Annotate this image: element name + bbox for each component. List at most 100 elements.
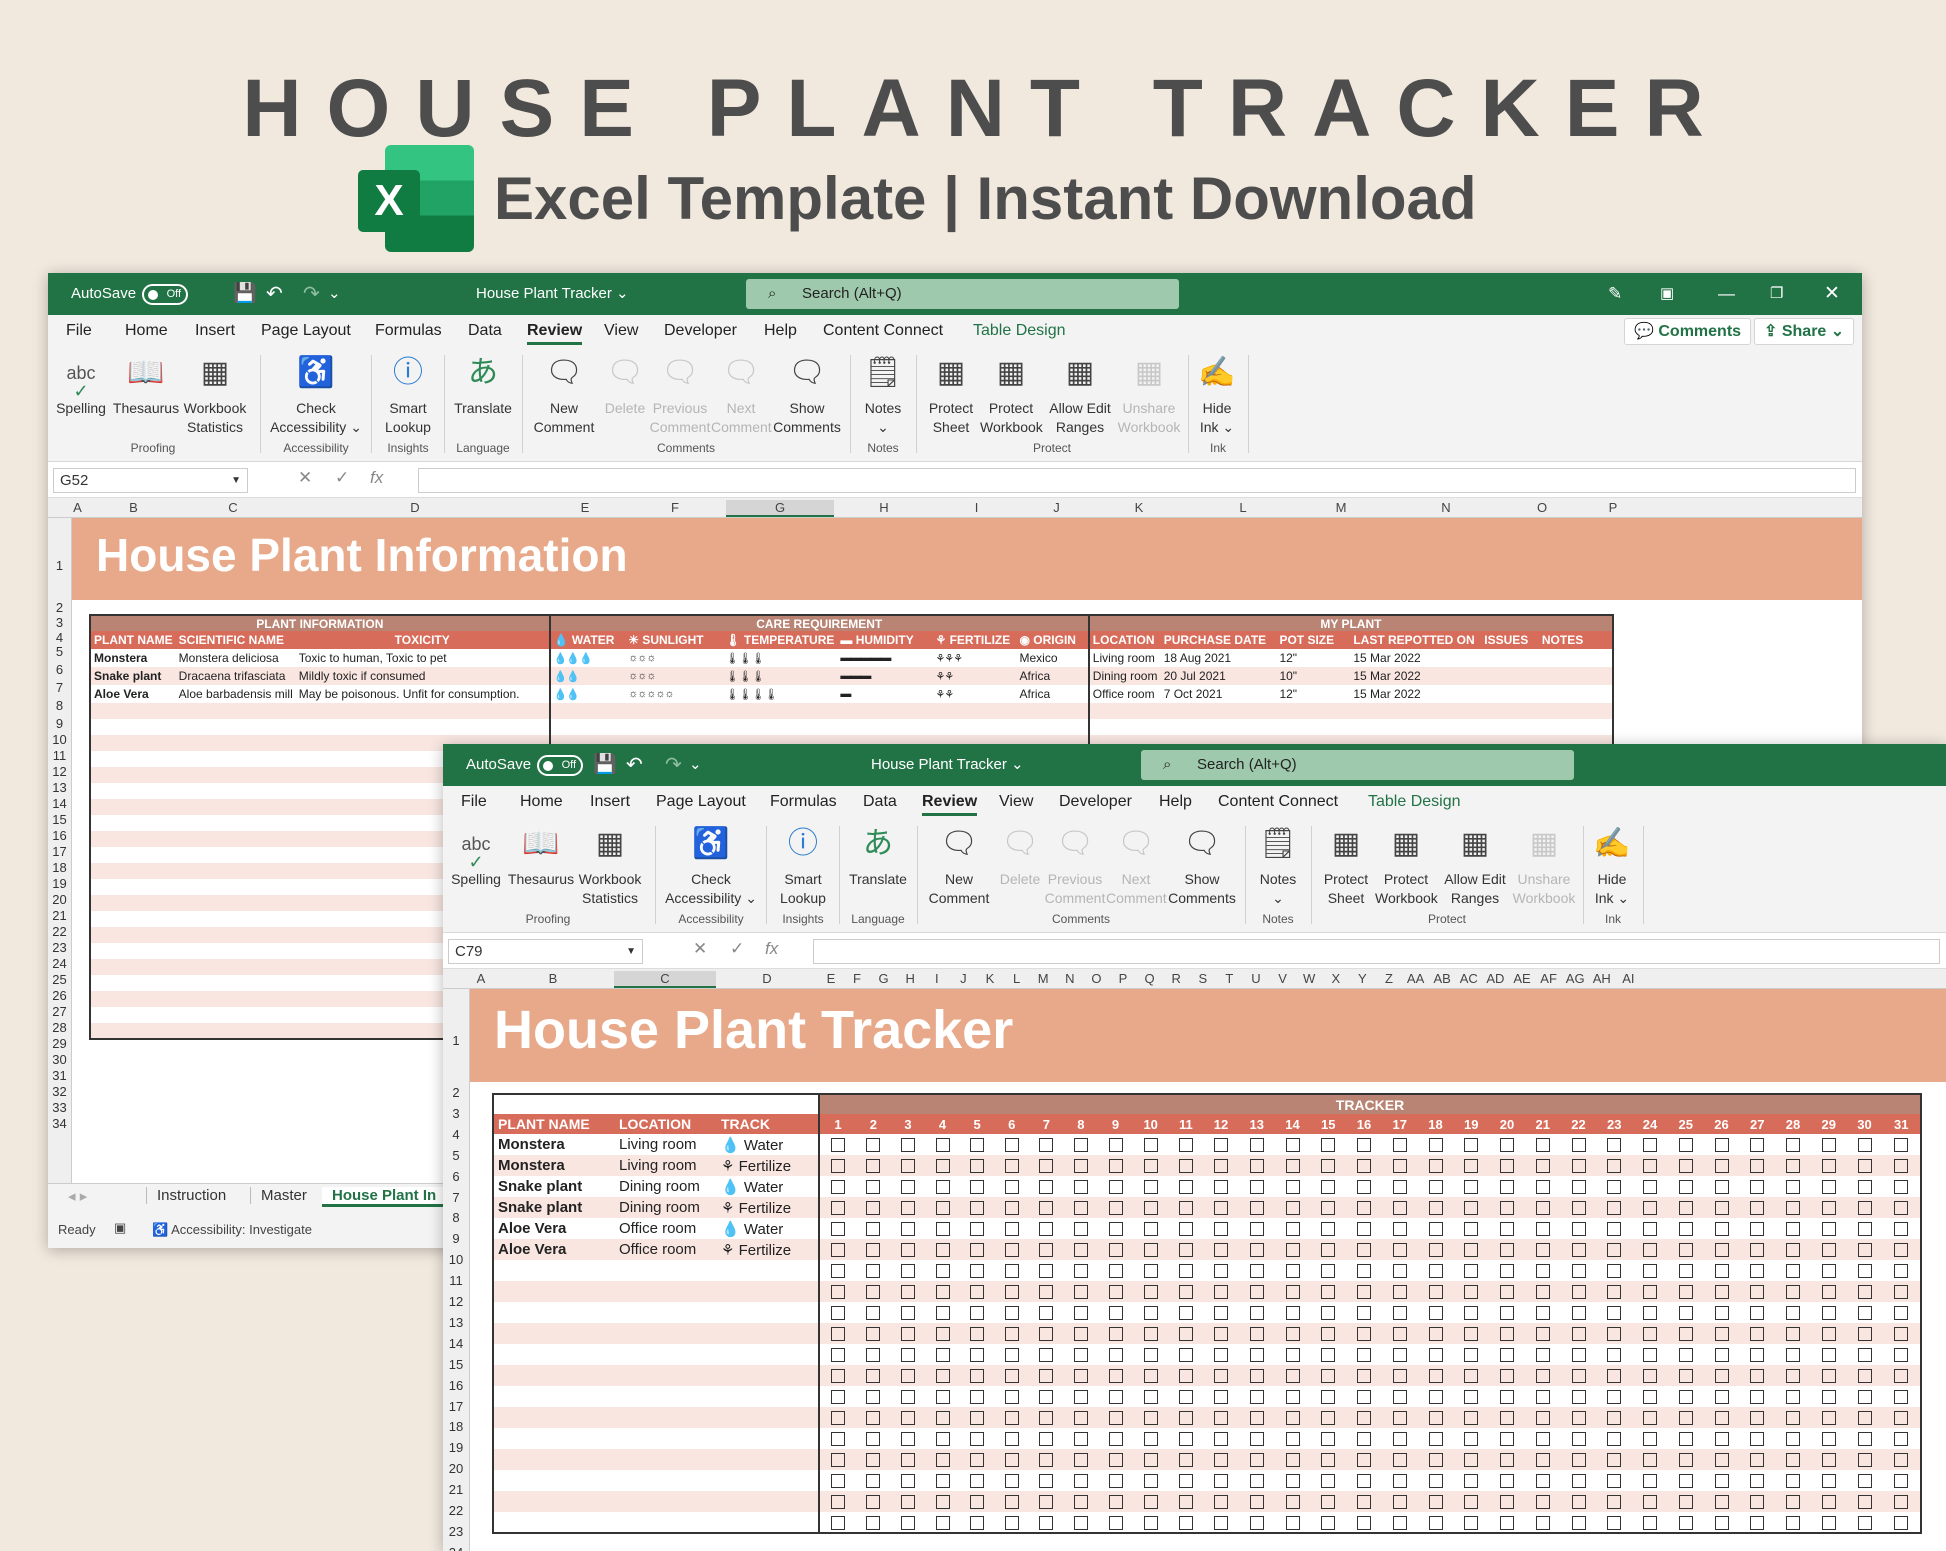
tracker-checkbox[interactable] <box>1535 1495 1550 1510</box>
table-cell[interactable]: Dining room <box>615 1176 717 1197</box>
tracker-checkbox[interactable] <box>1857 1495 1872 1510</box>
row-header[interactable]: 27 <box>48 1004 71 1019</box>
tracker-checkbox[interactable] <box>1004 1285 1019 1300</box>
table-cell[interactable] <box>175 847 296 863</box>
day-header[interactable]: 17 <box>1381 1114 1418 1134</box>
protect-sheet-button[interactable]: ▦ Protect Sheet <box>1317 824 1375 908</box>
table-cell[interactable] <box>717 1407 819 1428</box>
table-cell[interactable]: Dining room <box>1087 667 1161 685</box>
row-header[interactable]: 24 <box>48 956 71 971</box>
tracker-checkbox[interactable] <box>1357 1515 1372 1530</box>
column-header[interactable]: ⚘ FERTILIZE <box>932 631 1017 649</box>
tracker-checkbox[interactable] <box>1143 1390 1158 1405</box>
tracker-checkbox[interactable] <box>1643 1369 1658 1384</box>
tracker-checkbox[interactable] <box>1464 1453 1479 1468</box>
table-cell[interactable] <box>615 1281 717 1302</box>
table-cell[interactable]: ▬▬▬▬▬ <box>837 649 933 667</box>
tracker-checkbox[interactable] <box>1500 1201 1515 1216</box>
tracker-checkbox[interactable] <box>1039 1515 1054 1530</box>
tracker-checkbox[interactable] <box>1249 1159 1264 1174</box>
formula-input[interactable] <box>813 939 1940 964</box>
tracker-checkbox[interactable] <box>1714 1474 1729 1489</box>
table-cell[interactable] <box>615 1365 717 1386</box>
table-cell[interactable] <box>493 1512 615 1533</box>
tracker-checkbox[interactable] <box>1500 1222 1515 1237</box>
tracker-checkbox[interactable] <box>1004 1222 1019 1237</box>
column-header[interactable]: L <box>1004 971 1030 986</box>
tracker-checkbox[interactable] <box>1821 1411 1836 1426</box>
tracker-checkbox[interactable] <box>1143 1243 1158 1258</box>
tracker-checkbox[interactable] <box>1357 1453 1372 1468</box>
tracker-checkbox[interactable] <box>1750 1348 1765 1363</box>
row-header[interactable]: 34 <box>48 1116 71 1131</box>
column-header[interactable]: K <box>977 971 1003 986</box>
tracker-checkbox[interactable] <box>1678 1159 1693 1174</box>
tracker-checkbox[interactable] <box>900 1515 915 1530</box>
tracker-checkbox[interactable] <box>1714 1369 1729 1384</box>
tracker-checkbox[interactable] <box>1178 1515 1193 1530</box>
table-cell[interactable] <box>1160 719 1277 735</box>
tracker-checkbox[interactable] <box>1714 1159 1729 1174</box>
tracker-checkbox[interactable] <box>1392 1348 1407 1363</box>
tracker-checkbox[interactable] <box>1607 1243 1622 1258</box>
tracker-checkbox[interactable] <box>1357 1369 1372 1384</box>
tracker-checkbox[interactable] <box>1073 1453 1088 1468</box>
tracker-checkbox[interactable] <box>1857 1222 1872 1237</box>
tracker-checkbox[interactable] <box>1143 1159 1158 1174</box>
column-header[interactable]: NOTES <box>1538 631 1613 649</box>
unshare-workbook-button[interactable]: ▦ Unshare Workbook <box>1116 353 1182 437</box>
tracker-checkbox[interactable] <box>1857 1306 1872 1321</box>
row-header[interactable]: 32 <box>48 1084 71 1099</box>
tab-house-plant-information[interactable]: House Plant In <box>322 1187 447 1207</box>
column-header[interactable]: I <box>924 971 950 986</box>
tracker-checkbox[interactable] <box>831 1495 846 1510</box>
tracker-checkbox[interactable] <box>1714 1495 1729 1510</box>
menu-data[interactable]: Data <box>468 322 502 340</box>
tracker-checkbox[interactable] <box>1039 1390 1054 1405</box>
tracker-checkbox[interactable] <box>1464 1369 1479 1384</box>
worksheet-grid[interactable]: 123456789101112131415161718192021222324 … <box>443 989 1946 1551</box>
tracker-checkbox[interactable] <box>831 1306 846 1321</box>
tracker-checkbox[interactable] <box>935 1201 950 1216</box>
tracker-checkbox[interactable] <box>1214 1138 1229 1153</box>
tracker-checkbox[interactable] <box>1821 1432 1836 1447</box>
day-header[interactable]: 24 <box>1632 1114 1668 1134</box>
tracker-checkbox[interactable] <box>1214 1453 1229 1468</box>
tracker-checkbox[interactable] <box>1428 1159 1443 1174</box>
tracker-checkbox[interactable] <box>1039 1411 1054 1426</box>
tracker-checkbox[interactable] <box>1750 1390 1765 1405</box>
table-row[interactable]: Aloe Vera Office room ⚘ Fertilize <box>493 1239 1921 1260</box>
tracker-checkbox[interactable] <box>1108 1285 1123 1300</box>
tracker-checkbox[interactable] <box>900 1264 915 1279</box>
table-cell[interactable] <box>175 815 296 831</box>
tracker-checkbox[interactable] <box>1607 1138 1622 1153</box>
menu-developer[interactable]: Developer <box>1059 793 1132 811</box>
table-cell[interactable]: 12" <box>1276 649 1351 667</box>
tracker-checkbox[interactable] <box>1178 1474 1193 1489</box>
tracker-checkbox[interactable] <box>1894 1432 1909 1447</box>
tracker-checkbox[interactable] <box>1714 1285 1729 1300</box>
tracker-checkbox[interactable] <box>970 1411 985 1426</box>
tracker-checkbox[interactable] <box>935 1306 950 1321</box>
menu-view[interactable]: View <box>604 322 638 340</box>
table-row[interactable] <box>493 1428 1921 1449</box>
tracker-checkbox[interactable] <box>1321 1306 1336 1321</box>
tracker-checkbox[interactable] <box>1178 1327 1193 1342</box>
tracker-checkbox[interactable] <box>1678 1138 1693 1153</box>
spelling-button[interactable]: abc ✓ Spelling <box>451 824 501 889</box>
new-comment-button[interactable]: 🗨 New Comment <box>528 353 600 437</box>
table-row[interactable]: Monstera Living room ⚘ Fertilize <box>493 1155 1921 1176</box>
tracker-checkbox[interactable] <box>1894 1201 1909 1216</box>
tracker-checkbox[interactable] <box>1821 1495 1836 1510</box>
tracker-table[interactable]: TRACKER PLANT NAME LOCATION TRACK 1 2 3 4 5 6 7 8 9… <box>492 1093 1922 1534</box>
tracker-checkbox[interactable] <box>1857 1264 1872 1279</box>
tracker-checkbox[interactable] <box>1786 1495 1801 1510</box>
workbook-statistics-button[interactable]: ▦ Workbook Statistics <box>575 824 645 908</box>
table-cell[interactable]: 15 Mar 2022 <box>1350 685 1482 703</box>
tracker-checkbox[interactable] <box>1678 1411 1693 1426</box>
day-header[interactable]: 25 <box>1667 1114 1704 1134</box>
tracker-checkbox[interactable] <box>1428 1495 1443 1510</box>
tracker-checkbox[interactable] <box>1500 1453 1515 1468</box>
table-cell[interactable]: Monstera <box>493 1134 615 1155</box>
next-comment-button[interactable]: 🗨 Next Comment <box>1106 824 1167 908</box>
